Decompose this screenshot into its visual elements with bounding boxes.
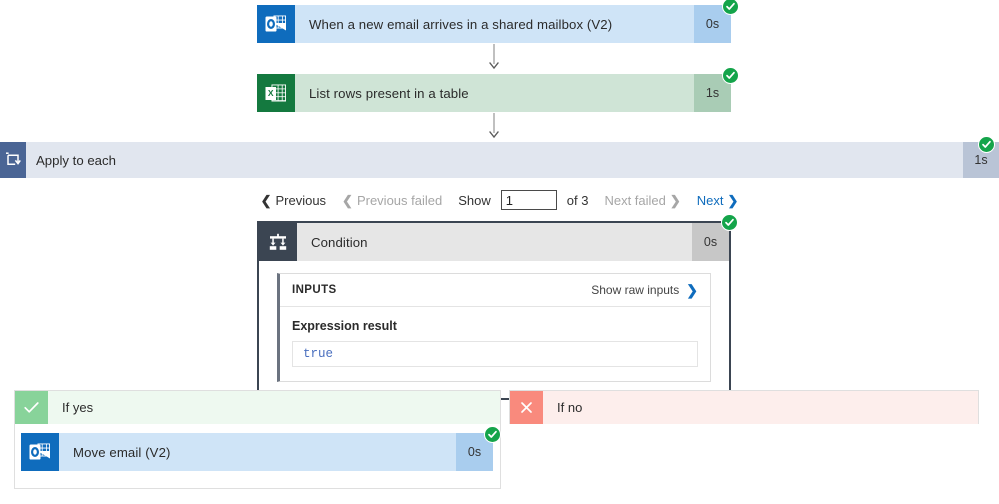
branch-if-no: If no bbox=[509, 390, 979, 424]
branch-if-yes-label: If yes bbox=[62, 400, 94, 415]
foreach-loop-icon bbox=[0, 142, 26, 178]
svg-text:X: X bbox=[268, 88, 274, 98]
pagination-previous[interactable]: ❮ Previous bbox=[253, 193, 334, 208]
connector-arrow-1 bbox=[488, 44, 500, 70]
status-badge-success bbox=[978, 136, 995, 153]
page-number-input[interactable] bbox=[500, 190, 557, 210]
branch-if-yes: If yes Move email (V2) 0s bbox=[14, 390, 501, 489]
excel-icon: X bbox=[257, 74, 295, 112]
inputs-label: INPUTS bbox=[292, 284, 337, 296]
branch-if-no-header[interactable]: If no bbox=[510, 391, 978, 424]
action-title: When a new email arrives in a shared mai… bbox=[309, 16, 613, 32]
chevron-right-icon: ❯ bbox=[727, 192, 739, 208]
condition-body: INPUTS Show raw inputs ❯ Expression resu… bbox=[259, 261, 729, 398]
show-raw-inputs-label: Show raw inputs bbox=[591, 283, 680, 297]
status-badge-success bbox=[721, 214, 738, 231]
pagination-show-group: Show of 3 bbox=[450, 190, 596, 210]
pagination-previous-failed[interactable]: ❮ Previous failed bbox=[334, 193, 450, 208]
scope-apply-to-each[interactable]: Apply to each 1s bbox=[0, 136, 999, 178]
branch-if-yes-header[interactable]: If yes bbox=[15, 391, 500, 424]
chevron-left-icon: ❮ bbox=[260, 192, 272, 208]
inputs-panel: INPUTS Show raw inputs ❯ Expression resu… bbox=[277, 273, 711, 382]
status-badge-success bbox=[484, 426, 501, 443]
condition-header[interactable]: Condition 0s bbox=[259, 214, 738, 261]
outlook-icon bbox=[21, 433, 59, 471]
status-badge-success bbox=[722, 67, 739, 84]
pagination-of-label: of 3 bbox=[566, 192, 589, 208]
action-title: Condition bbox=[311, 234, 368, 250]
chevron-right-icon: ❯ bbox=[669, 192, 681, 208]
pagination-show-label: Show bbox=[458, 192, 491, 208]
pagination-previous-label: Previous bbox=[275, 192, 327, 208]
pagination-next-label: Next bbox=[696, 192, 724, 208]
inputs-header: INPUTS Show raw inputs ❯ bbox=[280, 274, 710, 307]
action-card-list-rows[interactable]: X List rows present in a table 1s bbox=[257, 67, 739, 112]
scope-title: Apply to each bbox=[36, 152, 116, 168]
action-title: List rows present in a table bbox=[309, 85, 469, 101]
pagination-previous-failed-label: Previous failed bbox=[356, 192, 443, 208]
condition-branch-icon bbox=[259, 223, 297, 261]
action-card-trigger[interactable]: When a new email arrives in a shared mai… bbox=[257, 0, 739, 43]
iteration-pagination: ❮ Previous ❮ Previous failed Show of 3 N… bbox=[0, 190, 999, 210]
chevron-right-icon: ❯ bbox=[686, 282, 698, 298]
pagination-next-failed[interactable]: Next failed ❯ bbox=[596, 193, 688, 208]
pagination-next-failed-label: Next failed bbox=[604, 192, 666, 208]
checkmark-icon bbox=[15, 391, 48, 424]
expression-result-label: Expression result bbox=[292, 319, 397, 333]
status-badge-success bbox=[722, 0, 739, 15]
branch-if-no-label: If no bbox=[557, 400, 583, 415]
action-card-move-email[interactable]: Move email (V2) 0s bbox=[21, 426, 501, 471]
outlook-icon bbox=[257, 5, 295, 43]
inputs-content: Expression result true bbox=[280, 307, 710, 381]
show-raw-inputs-link[interactable]: Show raw inputs ❯ bbox=[591, 283, 698, 297]
connector-arrow-2 bbox=[488, 113, 500, 139]
close-x-icon bbox=[510, 391, 543, 424]
pagination-next[interactable]: Next ❯ bbox=[689, 193, 747, 208]
action-card-condition[interactable]: Condition 0s INPUTS Show raw inputs ❯ Ex… bbox=[257, 214, 738, 400]
chevron-left-icon: ❮ bbox=[342, 192, 353, 208]
action-title: Move email (V2) bbox=[73, 444, 171, 460]
expression-result-value: true bbox=[292, 341, 698, 367]
